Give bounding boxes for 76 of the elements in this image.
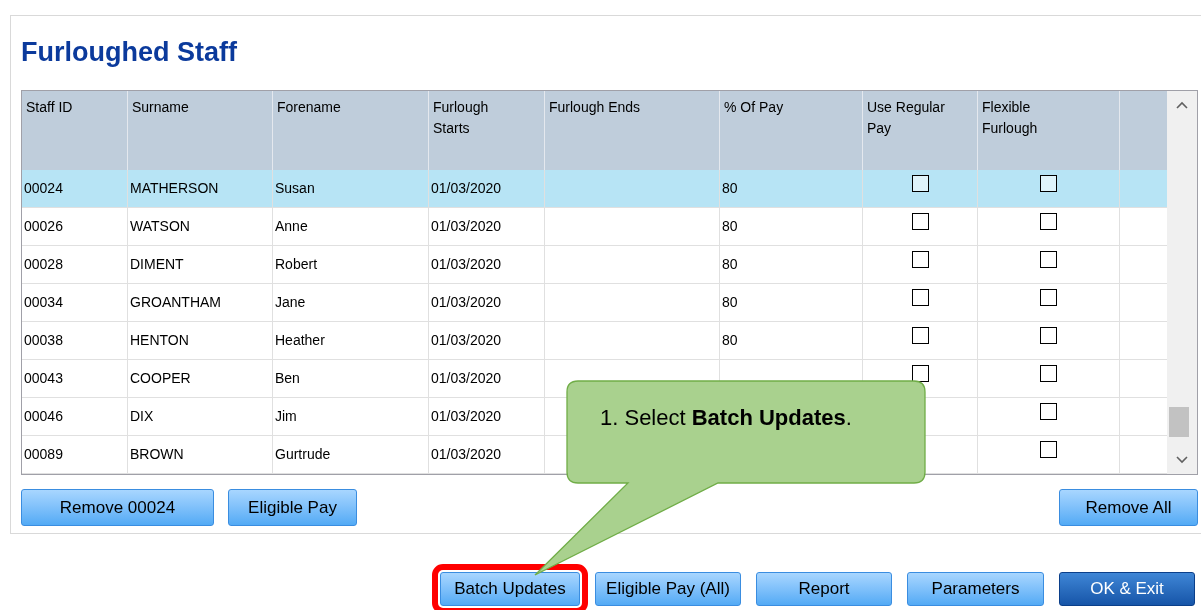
column-header[interactable]: Use Regular Pay — [867, 97, 959, 139]
checkbox[interactable] — [911, 175, 929, 192]
column-header[interactable]: Flexible Furlough — [982, 97, 1074, 139]
checkbox[interactable] — [1040, 365, 1057, 382]
column-header[interactable]: Staff ID — [26, 97, 73, 118]
checkbox[interactable] — [1040, 327, 1057, 344]
checkbox[interactable] — [1040, 403, 1057, 420]
scrollbar-thumb[interactable] — [1169, 407, 1189, 437]
table-cell-text: 80 — [722, 255, 738, 274]
table-cell-text: DIMENT — [130, 255, 184, 274]
table-cell-text: WATSON — [130, 217, 190, 236]
column-header[interactable]: Furlough Starts — [433, 97, 525, 139]
table-cell-text: 01/03/2020 — [431, 217, 502, 236]
footer-button[interactable]: OK & Exit — [1059, 572, 1195, 606]
table-cell-text: 01/03/2020 — [431, 331, 502, 350]
table-cell-text: 00046 — [24, 407, 63, 426]
table-cell-text: Susan — [275, 179, 315, 198]
table-row[interactable]: 00024 MATHERSON Susan 01/03/2020 80 — [22, 170, 1167, 208]
table-cell-text: Robert — [275, 255, 318, 274]
checkbox[interactable] — [911, 213, 929, 230]
column-header[interactable]: Furlough Ends — [549, 97, 641, 118]
table-cell-text: 00034 — [24, 293, 63, 312]
checkbox[interactable] — [911, 327, 929, 344]
scroll-down-icon[interactable] — [1176, 456, 1188, 464]
table-cell-text: 00028 — [24, 255, 63, 274]
table-cell-text: 80 — [722, 331, 738, 350]
table-cell-text: 00038 — [24, 331, 63, 350]
column-header[interactable]: Forename — [277, 97, 341, 118]
table-cell-text: Jim — [275, 407, 297, 426]
footer-button[interactable]: Report — [756, 572, 892, 606]
table-cell-text: Ben — [275, 369, 300, 388]
table-cell-text: 01/03/2020 — [431, 369, 502, 388]
table-cell-text: 01/03/2020 — [431, 407, 502, 426]
table-cell-text: 01/03/2020 — [431, 255, 502, 274]
checkbox[interactable] — [911, 289, 929, 306]
checkbox[interactable] — [911, 365, 929, 382]
callout-text: 1. Select Batch Updates. — [600, 404, 852, 432]
table-cell-text: GROANTHAM — [130, 293, 221, 312]
table-cell-text: 00026 — [24, 217, 63, 236]
table-cell-text: 00043 — [24, 369, 63, 388]
checkbox[interactable] — [911, 251, 929, 268]
table-cell-text: 80 — [722, 293, 738, 312]
remove-all-button[interactable]: Remove All — [1059, 489, 1198, 526]
scroll-up-icon[interactable] — [1176, 101, 1188, 109]
checkbox[interactable] — [1040, 175, 1057, 192]
table-cell-text: 01/03/2020 — [431, 293, 502, 312]
table-row[interactable]: 00034 GROANTHAM Jane 01/03/2020 80 — [22, 284, 1167, 322]
table-cell-text: DIX — [130, 407, 154, 426]
panel-title: Furloughed Staff — [21, 36, 237, 68]
checkbox[interactable] — [1040, 441, 1057, 458]
table-cell-text: Anne — [275, 217, 308, 236]
table-cell-text: 01/03/2020 — [431, 179, 502, 198]
table-cell-text: 80 — [722, 179, 738, 198]
action-button[interactable]: Eligible Pay — [228, 489, 357, 526]
footer-button[interactable]: Parameters — [907, 572, 1044, 606]
table-cell-text: HENTON — [130, 331, 189, 350]
table-cell-text: 00024 — [24, 179, 63, 198]
column-header[interactable]: % Of Pay — [724, 97, 784, 118]
table-cell-text: Heather — [275, 331, 325, 350]
table-cell-text: 00089 — [24, 445, 63, 464]
table-row[interactable]: 00028 DIMENT Robert 01/03/2020 80 — [22, 246, 1167, 284]
table-cell-text: Gurtrude — [275, 445, 331, 464]
checkbox[interactable] — [1040, 289, 1057, 306]
checkbox[interactable] — [1040, 213, 1057, 230]
column-header[interactable]: Surname — [132, 97, 189, 118]
checkbox[interactable] — [1040, 251, 1057, 268]
table-cell-text: MATHERSON — [130, 179, 219, 198]
table-cell-text: Jane — [275, 293, 306, 312]
table-row[interactable]: 00026 WATSON Anne 01/03/2020 80 — [22, 208, 1167, 246]
table-cell-text: COOPER — [130, 369, 191, 388]
table-row[interactable]: 00038 HENTON Heather 01/03/2020 80 — [22, 322, 1167, 360]
table-cell-text: 80 — [722, 217, 738, 236]
footer-button[interactable]: Eligible Pay (All) — [595, 572, 741, 606]
table-cell-text: BROWN — [130, 445, 184, 464]
action-button[interactable]: Remove 00024 — [21, 489, 214, 526]
table-cell-text: 01/03/2020 — [431, 445, 502, 464]
